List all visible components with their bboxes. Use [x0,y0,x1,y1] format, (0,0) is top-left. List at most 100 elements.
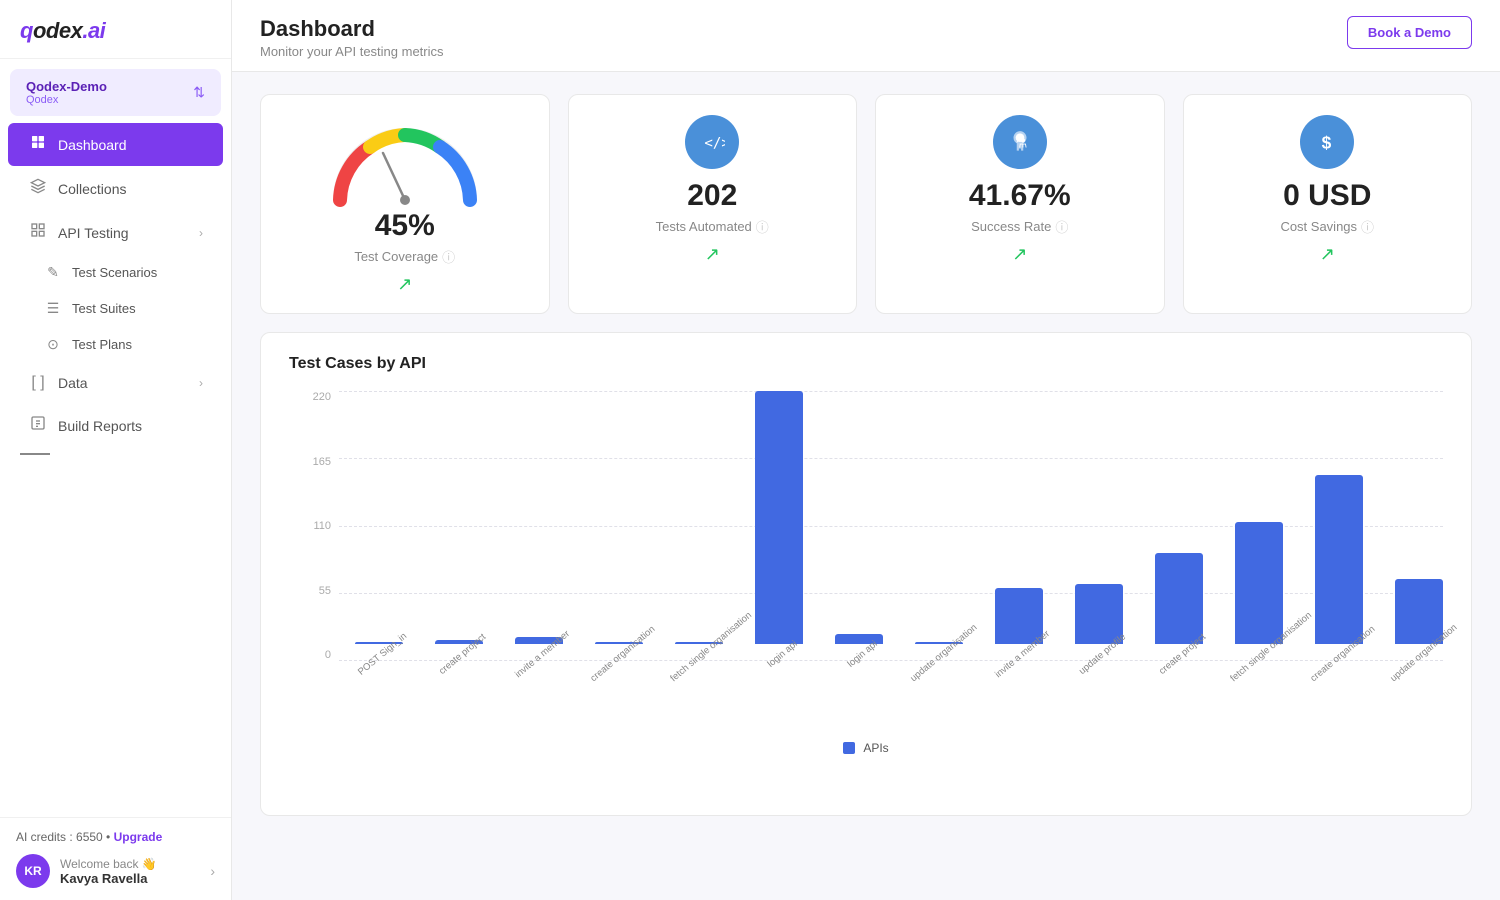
sidebar-item-test-plans[interactable]: ⊙ Test Plans [8,327,223,362]
bar-group: fetch single organisation [659,391,739,661]
api-testing-chevron-icon: › [199,226,203,240]
sidebar-footer: AI credits : 6550 • Upgrade KR Welcome b… [0,817,231,900]
test-cases-chart-section: Test Cases by API 0 55 110 165 220 POST … [260,332,1472,816]
cost-savings-trend: ↗ [1320,244,1335,265]
sidebar-item-test-suites[interactable]: ☰ Test Suites [8,291,223,326]
top-bar: Dashboard Monitor your API testing metri… [232,0,1500,72]
sidebar-item-label-test-plans: Test Plans [72,337,132,352]
build-reports-icon [28,415,48,436]
tests-automated-icon-circle: </> [685,115,739,169]
sidebar-item-label-test-suites: Test Suites [72,301,136,316]
sidebar: qodex.ai Qodex-Demo Qodex ⇅ Dashboard Co… [0,0,232,900]
metric-label-tests-automated: Tests Automated ⓘ [656,217,769,236]
metric-card-cost-savings: $ 0 USD Cost Savings ⓘ ↗ [1183,94,1473,314]
metric-value-success-rate: 41.67% [969,179,1071,213]
bar[interactable] [1155,553,1203,644]
workspace-sub: Qodex [26,94,107,106]
logo-area: qodex.ai [0,0,231,59]
test-suites-icon: ☰ [44,300,62,317]
bars-row: POST Sign_increate projectinvite a membe… [339,391,1443,661]
bar-group: update organisation [1379,391,1459,661]
y-label-165: 165 [289,456,339,468]
user-info: Welcome back 👋 Kavya Ravella [60,857,200,886]
bar-group: invite a member [499,391,579,661]
metrics-row: 45% Test Coverage ⓘ ↗ </> 202 Tests Auto… [232,72,1500,332]
metric-card-tests-automated: </> 202 Tests Automated ⓘ ↗ [568,94,858,314]
success-rate-icon-circle: ⚗ [993,115,1047,169]
page-title: Dashboard [260,16,444,42]
bar[interactable] [1315,475,1363,644]
chart-legend: APIs [289,741,1443,755]
cost-savings-icon-circle: $ [1300,115,1354,169]
page-title-group: Dashboard Monitor your API testing metri… [260,16,444,59]
chart-title: Test Cases by API [289,355,1443,373]
bar-group: invite a member [979,391,1059,661]
sidebar-item-label-data: Data [58,375,189,391]
bar-label: update organisation [908,624,976,684]
nav-separator [20,453,211,455]
chart-bars-area: POST Sign_increate projectinvite a membe… [339,391,1443,661]
user-profile-row[interactable]: KR Welcome back 👋 Kavya Ravella › [16,854,215,888]
bar-label: POST Sign_in [348,624,416,684]
bar-label: invite a member [508,624,576,684]
metric-label-success-rate: Success Rate ⓘ [971,217,1068,236]
book-demo-button[interactable]: Book a Demo [1347,16,1472,49]
sidebar-item-label-api-testing: API Testing [58,225,189,241]
workspace-name: Qodex-Demo [26,79,107,94]
legend-label-apis: APIs [863,741,888,755]
metric-label-cost-savings: Cost Savings ⓘ [1280,217,1374,236]
bar-label: create organisation [588,624,656,684]
bar-chart: 0 55 110 165 220 POST Sign_increate proj… [289,391,1443,691]
data-chevron-icon: › [199,376,203,390]
upgrade-link[interactable]: Upgrade [114,830,163,844]
tests-automated-info-icon[interactable]: ⓘ [756,217,769,236]
bar-group: create project [1139,391,1219,661]
gauge-chart [325,115,485,205]
sidebar-item-api-testing[interactable]: API Testing › [8,211,223,254]
metric-label-test-coverage: Test Coverage ⓘ [354,247,455,266]
y-axis: 0 55 110 165 220 [289,391,339,661]
test-coverage-info-icon[interactable]: ⓘ [442,247,455,266]
sidebar-item-collections[interactable]: Collections [8,167,223,210]
bar-group: update profile [1059,391,1139,661]
sidebar-item-label-test-scenarios: Test Scenarios [72,265,157,280]
dashboard-icon [28,134,48,155]
sidebar-item-dashboard[interactable]: Dashboard [8,123,223,166]
bar[interactable] [755,391,803,644]
bar[interactable] [1235,522,1283,644]
y-label-110: 110 [289,520,339,532]
svg-text:</>: </> [705,135,726,151]
y-label-0: 0 [289,649,339,661]
sidebar-item-data[interactable]: [ ] Data › [8,363,223,403]
sidebar-item-build-reports[interactable]: Build Reports [8,404,223,447]
bar-group: login api [819,391,899,661]
sidebar-item-label-build-reports: Build Reports [58,418,203,434]
cost-savings-info-icon[interactable]: ⓘ [1361,217,1374,236]
y-label-220: 220 [289,391,339,403]
welcome-text: Welcome back 👋 [60,857,200,871]
legend-color-apis [843,742,855,754]
bar-group: fetch single organisation [1219,391,1299,661]
sidebar-item-test-scenarios[interactable]: ✎ Test Scenarios [8,255,223,290]
test-plans-icon: ⊙ [44,336,62,353]
bar-label: create project [428,624,496,684]
avatar: KR [16,854,50,888]
metric-card-test-coverage: 45% Test Coverage ⓘ ↗ [260,94,550,314]
metric-value-tests-automated: 202 [687,179,737,213]
svg-text:⚗: ⚗ [1015,135,1027,150]
bar-group: create project [419,391,499,661]
data-icon: [ ] [28,374,48,392]
tests-automated-trend: ↗ [705,244,720,265]
bar-group: create organisation [579,391,659,661]
main-nav: Dashboard Collections API Testing › ✎ Te… [0,122,231,461]
test-scenarios-icon: ✎ [44,264,62,281]
workspace-selector[interactable]: Qodex-Demo Qodex ⇅ [10,69,221,116]
metric-value-test-coverage: 45% [375,209,435,243]
workspace-chevron-icon: ⇅ [193,84,205,101]
main-content: Dashboard Monitor your API testing metri… [232,0,1500,900]
success-rate-trend: ↗ [1012,244,1027,265]
sidebar-item-label-collections: Collections [58,181,203,197]
success-rate-info-icon[interactable]: ⓘ [1055,217,1068,236]
sidebar-item-label-dashboard: Dashboard [58,137,203,153]
page-subtitle: Monitor your API testing metrics [260,44,444,59]
